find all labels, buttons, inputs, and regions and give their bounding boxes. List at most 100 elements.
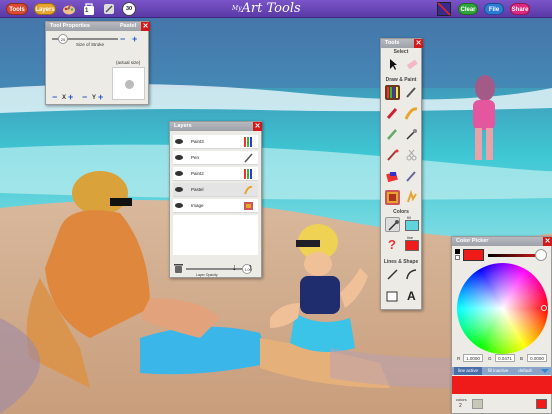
- layer-opacity-slider[interactable]: [186, 268, 248, 270]
- close-icon[interactable]: ✕: [414, 39, 423, 48]
- tab-default[interactable]: default: [514, 367, 536, 375]
- undo-count: 1: [85, 8, 89, 14]
- crayons-icon: [244, 169, 252, 179]
- y-plus-button[interactable]: +: [98, 93, 103, 102]
- r-label: R: [457, 356, 461, 361]
- b-value-field[interactable]: 0.0000: [527, 354, 547, 362]
- x-minus-button[interactable]: −: [52, 93, 57, 102]
- color-mode-tabs: line active fill inactive default: [452, 367, 552, 375]
- crayons-icon: [244, 137, 252, 147]
- current-color-swatch: [463, 249, 484, 261]
- layers-panel-title: Layers: [170, 122, 261, 131]
- scissors-icon[interactable]: [404, 148, 419, 163]
- selected-recent-swatch[interactable]: [536, 399, 547, 409]
- chevron-down-icon[interactable]: [540, 368, 550, 374]
- size-minus-button[interactable]: −: [120, 35, 125, 44]
- lines-section-label: Lines & Shape: [383, 259, 419, 265]
- white-swatch[interactable]: [455, 255, 460, 260]
- gradient-icon[interactable]: [385, 190, 400, 205]
- pastel-icon: [244, 185, 253, 195]
- clear-button[interactable]: Clear: [458, 3, 478, 15]
- line-icon[interactable]: [385, 267, 400, 282]
- app-title-prefix: My: [232, 5, 242, 12]
- eye-icon[interactable]: [175, 139, 183, 144]
- close-icon[interactable]: ✕: [141, 22, 150, 31]
- color-wheel-center: [457, 263, 548, 354]
- stamp-icon[interactable]: [385, 148, 400, 163]
- brush-settings-icon[interactable]: [102, 2, 116, 16]
- layer-row[interactable]: Paint3: [173, 135, 258, 149]
- layers-empty-area: [173, 215, 258, 255]
- palette-icon[interactable]: [62, 2, 76, 16]
- layer-name: Paint3: [191, 139, 204, 144]
- layer-name: Pastel: [191, 187, 204, 192]
- x-plus-button[interactable]: +: [68, 93, 73, 102]
- size-plus-button[interactable]: +: [132, 35, 137, 44]
- eye-icon[interactable]: [175, 171, 183, 176]
- text-tool-icon[interactable]: A: [404, 289, 419, 304]
- tab-fill-inactive[interactable]: fill inactive: [484, 367, 512, 375]
- layer-opacity-label: Layer Opacity: [196, 273, 218, 277]
- tool-name: Pastel: [120, 23, 137, 29]
- colors-section-label: Colors: [393, 209, 409, 215]
- splatter-icon[interactable]: [404, 127, 419, 142]
- recent-color-swatch[interactable]: [472, 399, 483, 409]
- color-wheel[interactable]: [457, 263, 548, 354]
- share-button[interactable]: Share: [510, 3, 530, 15]
- layer-name: Pen: [191, 155, 200, 160]
- image-icon: [244, 202, 253, 210]
- sparkle-icon[interactable]: [404, 189, 419, 205]
- rgb-readout: R 1.0000 G 0.0471 B 0.0000: [455, 354, 551, 364]
- layer-row[interactable]: Pen: [173, 151, 258, 165]
- shape-icon[interactable]: [385, 289, 400, 304]
- pastel-icon[interactable]: [404, 169, 419, 184]
- layer-row[interactable]: Paint2: [173, 167, 258, 181]
- marker-icon[interactable]: [385, 106, 400, 121]
- eye-icon[interactable]: [175, 155, 183, 160]
- fill-color-swatch[interactable]: [405, 220, 419, 231]
- close-icon[interactable]: ✕: [253, 122, 262, 131]
- bucket-icon[interactable]: [385, 169, 400, 184]
- black-swatch[interactable]: [455, 249, 460, 254]
- arrow-icon[interactable]: [385, 57, 400, 72]
- move-layer-up-button[interactable]: ↑: [248, 262, 253, 272]
- layers-button[interactable]: Layers: [34, 3, 56, 15]
- y-minus-button[interactable]: −: [82, 93, 87, 102]
- dropper-icon[interactable]: [385, 217, 400, 232]
- eraser-icon[interactable]: [404, 57, 419, 72]
- tools-button[interactable]: Tools: [6, 3, 28, 15]
- chalk-icon[interactable]: [385, 127, 400, 142]
- stroke-size-knob[interactable]: 20: [58, 34, 68, 44]
- size-badge-value: 30: [125, 6, 133, 12]
- stroke-size-value: 20: [60, 37, 66, 42]
- curve-icon[interactable]: [404, 267, 419, 282]
- layer-row-selected[interactable]: Pastel: [173, 183, 258, 197]
- layer-name: Paint2: [191, 171, 204, 176]
- pencil-icon[interactable]: [404, 85, 419, 100]
- line-color-swatch[interactable]: [405, 240, 419, 251]
- layer-name: Image: [191, 203, 204, 208]
- help-icon[interactable]: ?: [385, 237, 400, 252]
- r-value-field[interactable]: 1.0000: [463, 354, 483, 362]
- brush-icon[interactable]: [404, 106, 419, 121]
- g-label: G: [488, 356, 492, 361]
- brightness-knob[interactable]: [535, 249, 547, 261]
- undo-icon[interactable]: 1: [82, 2, 96, 16]
- colors-count: 2: [459, 403, 462, 409]
- trash-icon[interactable]: [173, 262, 184, 274]
- crayons-icon[interactable]: [385, 85, 400, 100]
- file-button[interactable]: File: [484, 3, 504, 15]
- size-badge[interactable]: 30: [122, 2, 136, 16]
- no-color-icon[interactable]: [437, 2, 451, 16]
- close-icon[interactable]: ✕: [543, 237, 552, 246]
- tool-properties-panel: Tool Properties Pastel ✕ 20 Size of Strok…: [45, 21, 150, 105]
- x-label: X: [62, 95, 67, 101]
- layer-row[interactable]: Image: [173, 199, 258, 213]
- color-wheel-marker[interactable]: [541, 305, 547, 311]
- eye-icon[interactable]: [175, 203, 183, 208]
- g-value-field[interactable]: 0.0471: [495, 354, 515, 362]
- tab-line-active[interactable]: line active: [454, 367, 482, 375]
- eye-icon[interactable]: [175, 187, 183, 192]
- app-title: MyArt Tools: [232, 1, 301, 17]
- move-layer-down-button[interactable]: ↓: [232, 262, 237, 272]
